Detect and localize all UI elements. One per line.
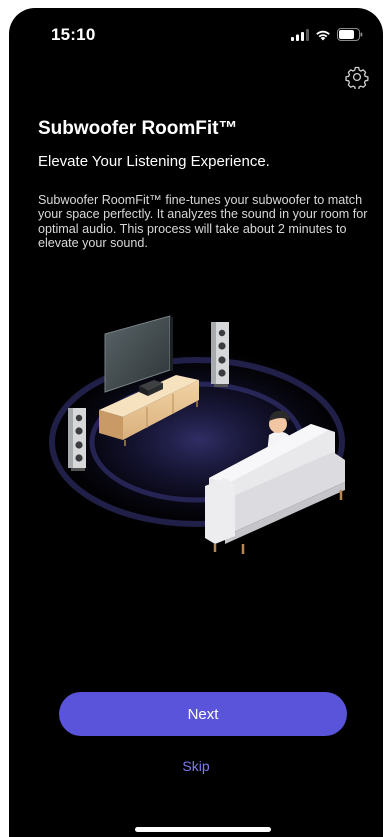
status-bar: 15:10: [9, 8, 383, 56]
skip-link[interactable]: Skip: [9, 758, 383, 774]
page-subtitle: Elevate Your Listening Experience.: [38, 153, 270, 170]
page-title: Subwoofer RoomFit™: [38, 118, 238, 139]
home-indicator[interactable]: [135, 827, 271, 832]
page-description: Subwoofer RoomFit™ fine-tunes your subwo…: [38, 193, 368, 250]
gear-icon: [345, 66, 369, 91]
room-illustration: [34, 315, 364, 554]
app-screen: 15:10 Subwoofer RoomFit™ Elevate Your Li…: [9, 8, 383, 837]
wifi-icon: [316, 30, 330, 40]
battery-icon: [337, 28, 363, 41]
status-time: 15:10: [51, 25, 96, 44]
tower-speaker-left: [68, 408, 86, 471]
next-button[interactable]: Next: [59, 692, 347, 736]
tower-speaker-right: [211, 322, 229, 387]
status-icons: [291, 28, 363, 41]
settings-button[interactable]: [345, 65, 369, 91]
cellular-signal-icon: [291, 28, 309, 41]
